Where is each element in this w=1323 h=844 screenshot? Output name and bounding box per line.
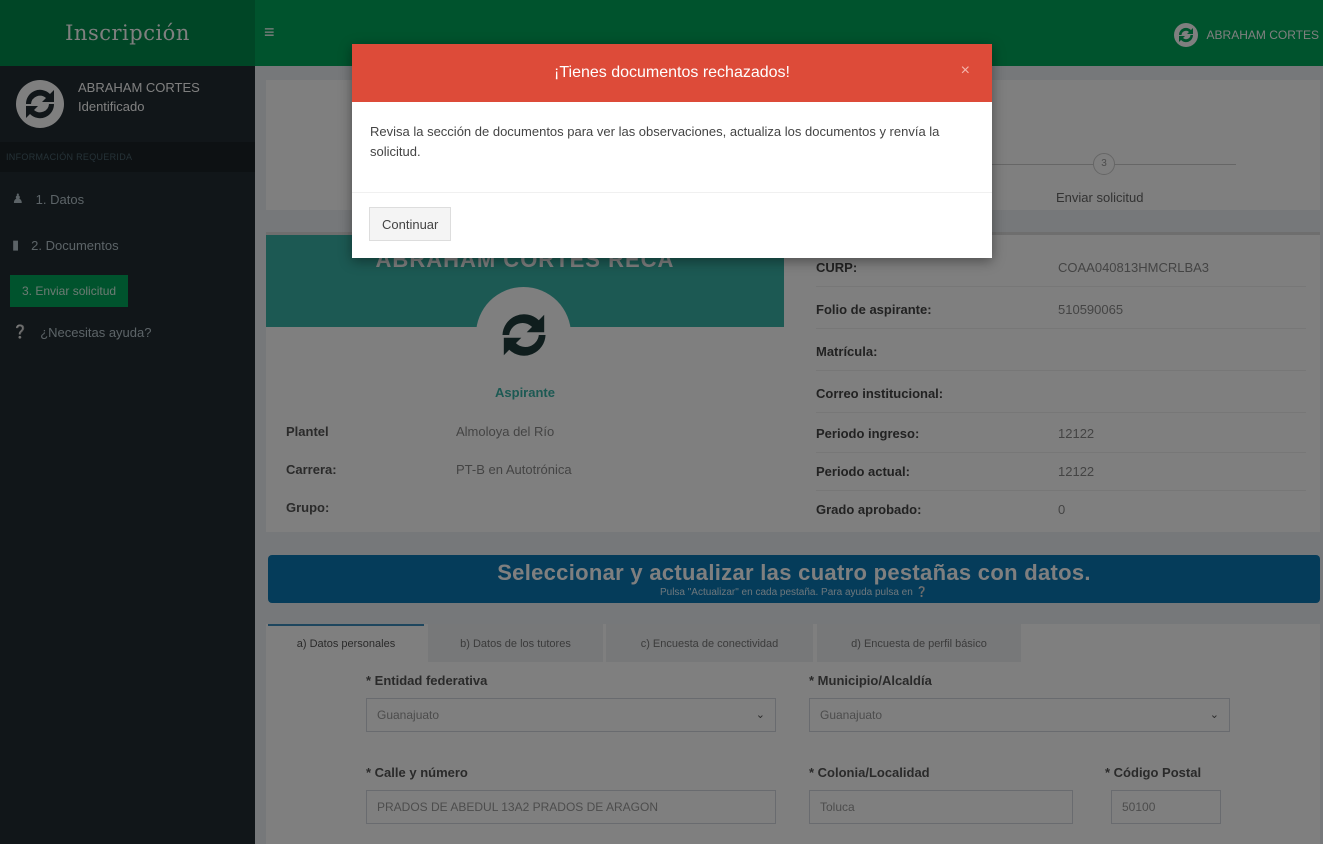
close-icon[interactable]: ×: [961, 62, 970, 80]
rejected-documents-modal: ¡Tienes documentos rechazados! × Revisa …: [352, 44, 992, 258]
modal-footer: Continuar: [352, 192, 992, 258]
continue-button[interactable]: Continuar: [369, 207, 452, 241]
modal-title: ¡Tienes documentos rechazados!: [554, 64, 790, 81]
modal-header: ¡Tienes documentos rechazados!: [352, 44, 992, 102]
modal-message: Revisa la sección de documentos para ver…: [370, 124, 940, 159]
